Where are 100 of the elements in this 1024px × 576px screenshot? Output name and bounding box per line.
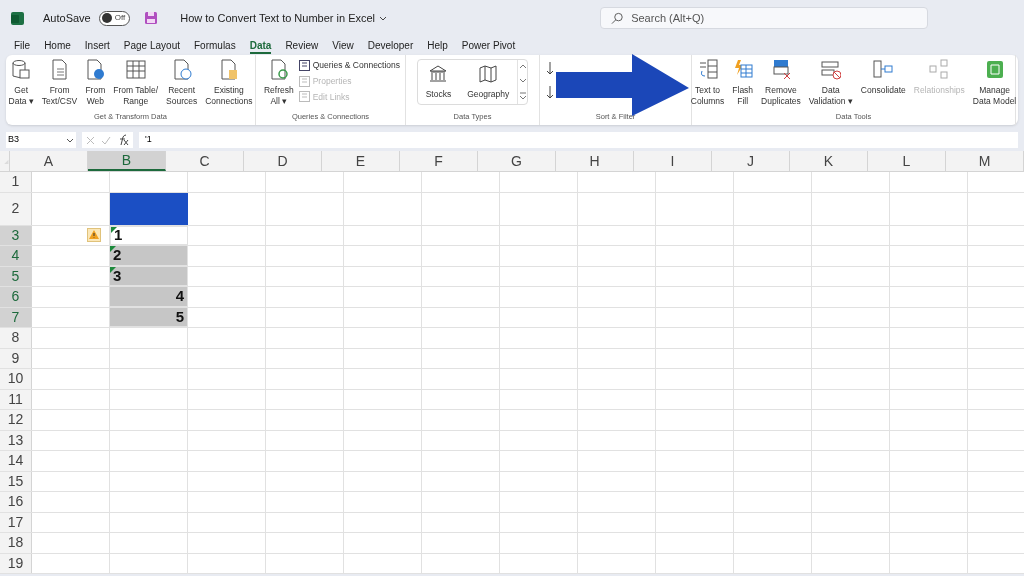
search-icon xyxy=(611,11,624,25)
ribbon-button[interactable]: Stocks xyxy=(417,60,460,104)
column-header[interactable]: C xyxy=(166,151,244,171)
row-header[interactable]: 3 xyxy=(0,225,32,245)
table-cell[interactable]: 2 xyxy=(110,246,188,266)
row-header[interactable]: 10 xyxy=(0,369,32,389)
refresh-document-icon xyxy=(268,59,289,80)
column-header[interactable]: E xyxy=(322,151,400,171)
search-input[interactable]: Search (Alt+Q) xyxy=(631,9,917,27)
ribbon-tab[interactable]: Power Pivot xyxy=(461,38,516,54)
ribbon-button[interactable]: Existing Connections xyxy=(202,55,256,107)
ribbon-button[interactable]: Recent Sources xyxy=(163,55,201,107)
sort-ascending-icon xyxy=(546,61,554,75)
row-header[interactable]: 13 xyxy=(0,430,32,450)
row-header[interactable]: 9 xyxy=(0,348,32,368)
scroll-down-icon xyxy=(518,78,527,83)
ribbon-button[interactable]: Refresh All ▾ xyxy=(260,55,297,107)
column-header[interactable]: K xyxy=(790,151,868,171)
formula-field[interactable]: '1 xyxy=(139,132,1018,148)
row-header[interactable]: 4 xyxy=(0,246,32,266)
ribbon-tab[interactable]: Insert xyxy=(84,38,110,54)
ribbon-button[interactable]: From Table/ Range xyxy=(110,55,162,107)
column-header[interactable]: I xyxy=(634,151,712,171)
ribbon-tab[interactable]: Home xyxy=(44,38,71,54)
cube-icon xyxy=(984,59,1005,80)
row-header[interactable]: 8 xyxy=(0,328,32,348)
document-icon xyxy=(49,59,70,80)
clock-document-icon xyxy=(171,59,192,80)
ribbon-button[interactable]: Get Data ▾ xyxy=(5,55,37,107)
chevron-down-icon xyxy=(379,15,388,21)
error-indicator-icon xyxy=(111,226,117,233)
column-header[interactable]: D xyxy=(244,151,322,171)
autosave-label: AutoSave xyxy=(43,10,91,26)
ribbon-tab[interactable]: Page Layout xyxy=(123,38,180,54)
column-header[interactable]: L xyxy=(868,151,946,171)
row-header[interactable]: 12 xyxy=(0,410,32,430)
row-header[interactable]: 6 xyxy=(0,287,32,307)
list-icon xyxy=(298,59,310,71)
sort-descending-icon xyxy=(546,85,554,99)
map-icon xyxy=(478,63,499,84)
scroll-up-icon xyxy=(518,64,527,70)
document-title[interactable]: How to Convert Text to Number in Excel xyxy=(180,9,388,27)
table-cell[interactable]: 1 xyxy=(110,225,188,245)
ribbon-tab[interactable]: Formulas xyxy=(194,38,236,54)
table-cell[interactable]: 3 xyxy=(110,266,188,286)
list-icon xyxy=(298,75,310,87)
folder-document-icon xyxy=(218,59,239,80)
spreadsheet-logo-icon xyxy=(10,10,25,26)
row-header[interactable]: 7 xyxy=(0,307,32,327)
row-header[interactable]: 15 xyxy=(0,471,32,491)
ribbon-tab[interactable]: Help xyxy=(427,38,448,54)
enter-icon xyxy=(101,135,111,145)
column-header[interactable]: F xyxy=(400,151,478,171)
error-indicator-icon xyxy=(110,266,116,273)
cancel-icon xyxy=(86,135,95,145)
ribbon-button[interactable]: Text to Columns xyxy=(687,55,728,107)
dropdown-icon xyxy=(66,137,74,143)
row-header[interactable]: 1 xyxy=(0,172,32,192)
column-header[interactable]: J xyxy=(712,151,790,171)
bank-icon xyxy=(428,63,449,84)
consolidate-icon xyxy=(873,59,894,80)
row-header[interactable]: 17 xyxy=(0,512,32,532)
ribbon-tab[interactable]: Developer xyxy=(367,38,414,54)
row-header[interactable]: 18 xyxy=(0,533,32,553)
table-cell[interactable]: 4 xyxy=(110,287,188,307)
name-box[interactable]: B3 xyxy=(6,132,76,148)
row-header[interactable]: 11 xyxy=(0,389,32,409)
ribbon-tab[interactable]: File xyxy=(14,38,31,54)
ribbon-button[interactable]: Consolidate xyxy=(857,55,909,96)
ribbon-button[interactable]: From Web xyxy=(82,55,109,107)
column-header[interactable]: B xyxy=(88,151,166,171)
list-icon xyxy=(298,91,310,103)
column-header[interactable]: M xyxy=(946,151,1024,171)
row-header[interactable]: 2 xyxy=(0,192,32,225)
row-header[interactable]: 5 xyxy=(0,266,32,286)
save-icon xyxy=(144,11,159,25)
insert-function-icon xyxy=(117,134,129,146)
ribbon-button[interactable]: Geography xyxy=(459,60,518,104)
table-cell[interactable]: 5 xyxy=(110,307,188,327)
ribbon-tab[interactable]: View xyxy=(332,38,354,54)
row-header[interactable]: 14 xyxy=(0,451,32,471)
ribbon-button[interactable]: Remove Duplicates xyxy=(758,55,804,107)
search-field[interactable]: Search (Alt+Q) xyxy=(600,7,928,29)
row-header[interactable]: 16 xyxy=(0,492,32,512)
autosave-toggle[interactable]: Off xyxy=(98,10,131,26)
column-header[interactable]: H xyxy=(556,151,634,171)
columns-split-icon xyxy=(697,59,718,80)
expand-gallery-icon xyxy=(518,91,527,100)
ribbon-button[interactable]: Data Validation ▾ xyxy=(805,55,856,107)
row-header[interactable]: 19 xyxy=(0,553,32,573)
table-remove-icon xyxy=(770,59,791,80)
relationships-icon xyxy=(929,59,950,80)
ribbon-button[interactable]: From Text/CSV xyxy=(38,55,81,107)
ribbon-button[interactable]: Flash Fill xyxy=(729,55,757,107)
ribbon-tab[interactable]: Review xyxy=(285,38,319,54)
validation-list-icon xyxy=(820,59,841,80)
ribbon-button[interactable]: Manage Data Model xyxy=(969,55,1020,107)
ribbon-small-button[interactable]: Queries & Connections xyxy=(298,59,401,72)
column-header[interactable]: G xyxy=(478,151,556,171)
warning-icon[interactable] xyxy=(87,228,101,243)
